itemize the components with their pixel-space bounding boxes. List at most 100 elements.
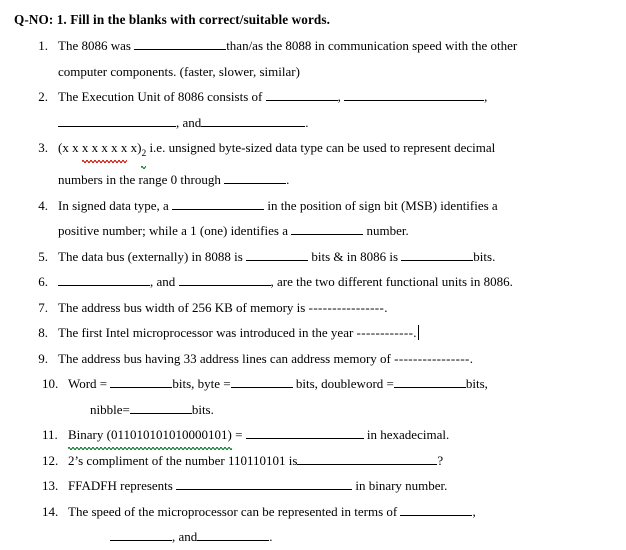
question-text: bits.: [191, 401, 214, 417]
question-text: number.: [366, 223, 409, 239]
question-text: bits.: [473, 248, 496, 264]
question-number: 10.: [42, 376, 59, 392]
question-text: Binary (011010101010000101): [68, 427, 232, 443]
fill-blank[interactable]: [230, 376, 293, 389]
question-text: The first Intel microprocessor was intro…: [58, 325, 357, 341]
question-body: In signed data type, a in the position o…: [58, 193, 598, 244]
question-body: Binary (011010101010000101) = in hexadec…: [68, 422, 598, 450]
fill-blank[interactable]: [246, 249, 309, 261]
question-body: , and , are the two different functional…: [58, 269, 598, 295]
question-number: 5.: [38, 248, 48, 264]
fill-blank[interactable]: [197, 529, 270, 542]
question-text: in the position of sign bit (MSB) identi…: [267, 197, 498, 213]
question-text: In signed data type, a: [58, 197, 169, 213]
fill-blank[interactable]: [176, 478, 353, 491]
question-item-11: 11. Binary (011010101010000101) = in hex…: [0, 422, 626, 450]
question-item-1: 1. The 8086 was than/as the 8088 in comm…: [0, 33, 626, 84]
question-item-13: 13. FFADFH represents in binary number.: [0, 473, 626, 499]
question-number: 11.: [42, 427, 58, 443]
fill-blank[interactable]: [129, 402, 192, 414]
question-text: i.e. unsigned byte-sized data type can b…: [146, 140, 496, 155]
question-text: x): [127, 140, 142, 155]
question-number: 2.: [38, 89, 48, 104]
question-text: bits, doubleword =: [292, 376, 394, 392]
question-number: 13.: [42, 478, 59, 494]
dashed-blank[interactable]: ----------------: [309, 300, 385, 315]
fill-blank[interactable]: [245, 427, 364, 440]
question-text: ?: [437, 452, 444, 468]
question-text: Word =: [68, 376, 111, 392]
question-number: 6.: [38, 274, 48, 290]
text-cursor: [417, 325, 420, 341]
question-number: 9.: [38, 350, 48, 366]
fill-blank[interactable]: [393, 376, 466, 389]
fill-blank[interactable]: [58, 274, 150, 287]
question-number: 1.: [38, 38, 48, 53]
question-text: 2’s compliment of the number 110110101 i…: [68, 452, 298, 468]
fill-blank[interactable]: [224, 172, 287, 185]
spellcheck-underline-red: x x x x x: [81, 135, 127, 162]
question-text: ,: [337, 89, 341, 104]
fill-blank[interactable]: [178, 274, 271, 287]
spellcheck-underline-green: 2: [141, 142, 146, 169]
question-text: The Execution Unit of 8086 consists of: [58, 89, 263, 104]
question-number: 12.: [42, 452, 59, 468]
question-number: 7.: [38, 299, 48, 315]
question-item-6: 6. , and , are the two different functio…: [0, 269, 626, 295]
question-text: .: [413, 325, 417, 341]
question-text: bits, byte =: [172, 376, 231, 392]
spellcheck-underline-green: Binary (011010101010000101): [68, 422, 232, 450]
fill-blank[interactable]: [58, 115, 176, 127]
question-text: in hexadecimal.: [363, 427, 450, 443]
question-body: 2’s compliment of the number 110110101 i…: [68, 448, 598, 474]
question-item-10: 10. Word = bits, byte = bits, doubleword…: [0, 371, 626, 422]
question-body: The address bus width of 256 KB of memor…: [58, 295, 598, 321]
question-text: nibble=: [90, 401, 130, 417]
fill-blank[interactable]: [291, 223, 364, 236]
question-body: The address bus having 33 address lines …: [58, 346, 598, 372]
question-text: FFADFH represents: [68, 478, 177, 494]
dashed-blank[interactable]: ----------------: [394, 351, 470, 366]
fill-blank[interactable]: [344, 89, 485, 101]
question-text: The speed of the microprocessor can be r…: [68, 503, 398, 519]
fill-blank[interactable]: [400, 504, 473, 516]
question-body: The speed of the microprocessor can be r…: [68, 499, 598, 550]
question-list: 1. The 8086 was than/as the 8088 in comm…: [0, 33, 626, 550]
question-body: The 8086 was than/as the 8088 in communi…: [58, 33, 598, 84]
question-item-7: 7. The address bus width of 256 KB of me…: [0, 295, 626, 321]
question-text: =: [231, 427, 246, 443]
fill-blank[interactable]: [110, 376, 173, 389]
fill-blank[interactable]: [172, 198, 265, 210]
question-item-3: 3. (x x x x x x x x)2 i.e. unsigned byte…: [0, 135, 626, 193]
question-body: FFADFH represents in binary number.: [68, 473, 598, 499]
question-body: The Execution Unit of 8086 consists of ,…: [58, 84, 598, 135]
question-text: , are the two different functional units…: [270, 274, 513, 290]
fill-blank[interactable]: [265, 89, 338, 101]
question-item-4: 4. In signed data type, a in the positio…: [0, 193, 626, 244]
question-number: 8.: [38, 325, 48, 341]
question-text: ,: [484, 89, 488, 104]
question-text: , and: [150, 274, 176, 290]
question-text: The data bus (externally) in 8088 is: [58, 248, 243, 264]
fill-blank[interactable]: [297, 453, 438, 465]
question-item-2: 2. The Execution Unit of 8086 consists o…: [0, 84, 626, 135]
question-text: .: [286, 172, 290, 188]
question-item-9: 9. The address bus having 33 address lin…: [0, 346, 626, 372]
fill-blank[interactable]: [134, 38, 227, 50]
fill-blank[interactable]: [110, 529, 172, 542]
question-text: positive number; while a 1 (one) identif…: [58, 223, 288, 239]
question-number: 4.: [38, 197, 48, 213]
question-item-5: 5. The data bus (externally) in 8088 is …: [0, 244, 626, 270]
fill-blank[interactable]: [401, 249, 474, 261]
question-item-12: 12. 2’s compliment of the number 1101101…: [0, 448, 626, 474]
document-page: Q-NO: 1. Fill in the blanks with correct…: [0, 0, 626, 544]
question-text: The address bus having 33 address lines …: [58, 350, 395, 366]
question-body: The first Intel microprocessor was intro…: [58, 320, 598, 346]
dashed-blank[interactable]: ------------: [357, 325, 414, 340]
fill-blank[interactable]: [201, 115, 306, 127]
question-item-8: 8. The first Intel microprocessor was in…: [0, 320, 626, 346]
question-number: 3.: [38, 140, 48, 155]
question-body: Word = bits, byte = bits, doubleword = bi…: [68, 371, 598, 422]
question-text: (x x: [58, 140, 82, 155]
question-number: 14.: [42, 503, 59, 519]
